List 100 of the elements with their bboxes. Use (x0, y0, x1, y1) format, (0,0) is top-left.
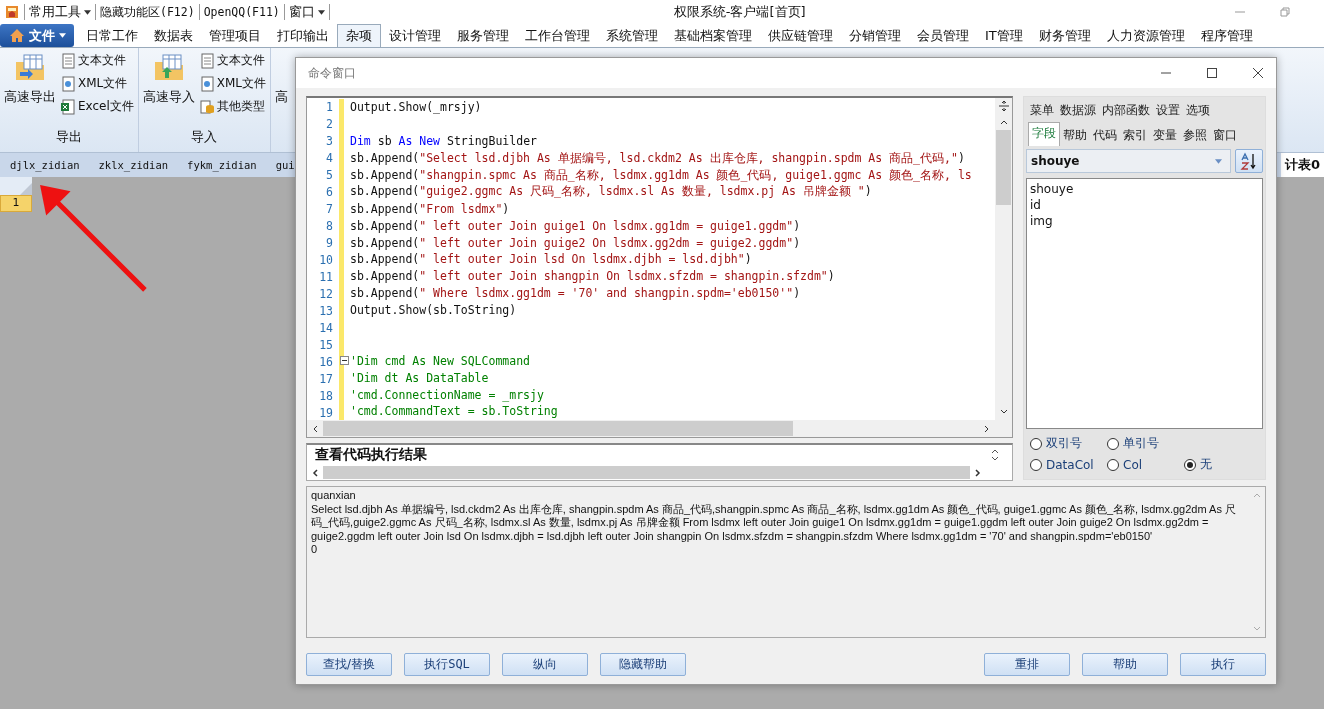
action-button[interactable]: 重排 (984, 653, 1070, 676)
ribbon-group-label: 导出 (54, 128, 83, 146)
menu-tab[interactable]: 基础档案管理 (666, 24, 760, 47)
sort-icon (1240, 152, 1258, 170)
app-logo-icon[interactable] (4, 4, 20, 20)
scroll-thumb[interactable] (996, 130, 1011, 205)
menu-tab[interactable]: 数据表 (146, 24, 201, 47)
panel-menu-item[interactable]: 设置 (1156, 101, 1180, 119)
menu-tab[interactable]: 程序管理 (1192, 24, 1261, 47)
field-item[interactable]: shouye (1030, 181, 1259, 197)
field-list[interactable]: shouye id img (1026, 178, 1263, 429)
output-line: quanxian (311, 489, 357, 503)
quick-menu-button[interactable]: 常用工具 (29, 3, 91, 21)
ribbon-button[interactable]: XML文件 (198, 75, 267, 92)
panel-menu-item[interactable]: 内部函数 (1102, 101, 1150, 119)
sheet-tab[interactable]: zklx_zidian (98, 153, 188, 177)
code-editor[interactable] (306, 96, 1013, 438)
file-menu-button[interactable]: 文件 (0, 24, 74, 47)
action-button[interactable]: 查找/替换 (306, 653, 392, 676)
sheet-tab[interactable]: fykm_zidian (187, 153, 276, 177)
ribbon-button[interactable]: Excel文件 (60, 98, 134, 115)
scroll-thumb[interactable] (323, 421, 793, 436)
maximize-icon[interactable] (1206, 67, 1218, 79)
radio-option[interactable]: 单引号 (1107, 435, 1184, 452)
caret-icon (1215, 158, 1222, 164)
large-ribbon-button[interactable]: 高速导出 (4, 52, 56, 128)
quick-menu-button[interactable]: 窗口 (288, 3, 325, 21)
action-button[interactable]: 隐藏帮助 (600, 653, 686, 676)
quick-menu-button[interactable]: OpenQQ(F11) (203, 5, 280, 19)
action-button[interactable]: 执行SQL (404, 653, 490, 676)
field-item[interactable]: id (1030, 197, 1259, 213)
ribbon-button[interactable]: 文本文件 (60, 52, 134, 69)
field-item[interactable]: img (1030, 213, 1259, 229)
sort-button[interactable] (1235, 149, 1263, 173)
ribbon-button[interactable]: XML文件 (60, 75, 134, 92)
scroll-thumb[interactable] (323, 466, 970, 479)
code-line: sb.Append(" left outer Join guige1 On lsdmx.gg1dm = guige1.ggdm") (349, 218, 801, 233)
collapse-icon[interactable] (340, 356, 349, 366)
line-number: 9 (325, 235, 333, 252)
menu-tab[interactable]: 人力资源管理 (1098, 24, 1193, 47)
ribbon-button[interactable]: 文本文件 (198, 52, 267, 69)
action-button[interactable]: 执行 (1180, 653, 1266, 676)
sheet-tab[interactable]: djlx_zidian (10, 153, 99, 177)
menu-tab[interactable]: 财务管理 (1030, 24, 1099, 47)
menu-tab[interactable]: 服务管理 (449, 24, 517, 47)
menu-tab[interactable]: 会员管理 (909, 24, 977, 47)
sheet-tab[interactable]: 计表0 (1280, 153, 1324, 177)
close-icon[interactable] (1252, 67, 1264, 79)
line-number: 6 (325, 184, 333, 201)
menu-tab[interactable]: 打印输出 (269, 24, 337, 47)
xml-file-icon (198, 75, 215, 92)
code-line: Dim sb As New StringBuilder (349, 134, 537, 149)
document-icon (198, 52, 215, 69)
menu-tab[interactable]: 系统管理 (598, 24, 666, 47)
panel-menu-item[interactable]: 菜单 (1030, 101, 1054, 119)
sheet-tab[interactable]: gui (275, 153, 295, 177)
ribbon-button[interactable]: 其他类型 (198, 98, 267, 115)
line-number: 17 (318, 371, 333, 388)
line-number: 1 (325, 99, 333, 116)
panel-tab[interactable]: 索引 (1120, 125, 1150, 146)
menu-tab[interactable]: 工作台管理 (517, 24, 598, 47)
spin-arrows-icon[interactable] (990, 447, 1000, 463)
radio-option[interactable]: 双引号 (1030, 435, 1107, 452)
panel-tab[interactable]: 字段 (1028, 122, 1060, 146)
panel-tab[interactable]: 参照 (1180, 125, 1210, 146)
menu-tab[interactable]: 管理项目 (201, 24, 269, 47)
large-ribbon-button[interactable]: 高速导入 (142, 52, 195, 128)
code-line: sb.Append("shangpin.spmc As 商品_名称, lsdmx.gg1dm As 颜色_代码, guige1.ggmc As 颜色_名称, ls (349, 167, 972, 183)
action-button[interactable]: 纵向 (502, 653, 588, 676)
panel-menu-item[interactable]: 数据源 (1060, 101, 1096, 119)
menu-tab[interactable]: 分销管理 (841, 24, 909, 47)
split-icon[interactable] (997, 100, 1010, 112)
xml-file-icon (60, 75, 76, 92)
menu-tab[interactable]: 杂项 (337, 24, 381, 47)
radio-option[interactable]: 无 (1184, 456, 1244, 473)
panel-tab[interactable]: 窗口 (1210, 125, 1240, 146)
panel-tab[interactable]: 帮助 (1060, 125, 1090, 146)
panel-menu-item[interactable]: 选项 (1186, 101, 1210, 119)
menu-tab[interactable]: 设计管理 (381, 24, 449, 47)
line-number: 19 (318, 405, 333, 420)
vertical-scrollbar[interactable] (995, 98, 1012, 420)
menu-tab[interactable]: 日常工作 (78, 24, 146, 47)
panel-tab[interactable]: 变量 (1150, 125, 1180, 146)
code-line: 'Dim dt As DataTable (349, 370, 489, 385)
menu-tab[interactable]: IT管理 (977, 24, 1031, 47)
quick-menu-button[interactable]: 隐藏功能区(F12) (100, 4, 195, 20)
ribbon-button-label[interactable]: 高 (275, 88, 289, 106)
row-header[interactable]: 1 (0, 195, 32, 212)
panel-tab[interactable]: 代码 (1090, 125, 1120, 146)
radio-option[interactable]: DataCol (1030, 456, 1107, 473)
line-number: 18 (318, 388, 333, 405)
code-line: Output.Show(_mrsjy) (349, 100, 482, 115)
menu-tab[interactable]: 供应链管理 (760, 24, 841, 47)
document-icon (60, 52, 76, 69)
table-dropdown[interactable]: shouye (1026, 149, 1231, 173)
ribbon-group-label: 导入 (190, 128, 219, 146)
caret-icon (58, 33, 66, 38)
horizontal-scrollbar[interactable] (307, 420, 1012, 437)
radio-option[interactable]: Col (1107, 456, 1184, 473)
action-button[interactable]: 帮助 (1082, 653, 1168, 676)
